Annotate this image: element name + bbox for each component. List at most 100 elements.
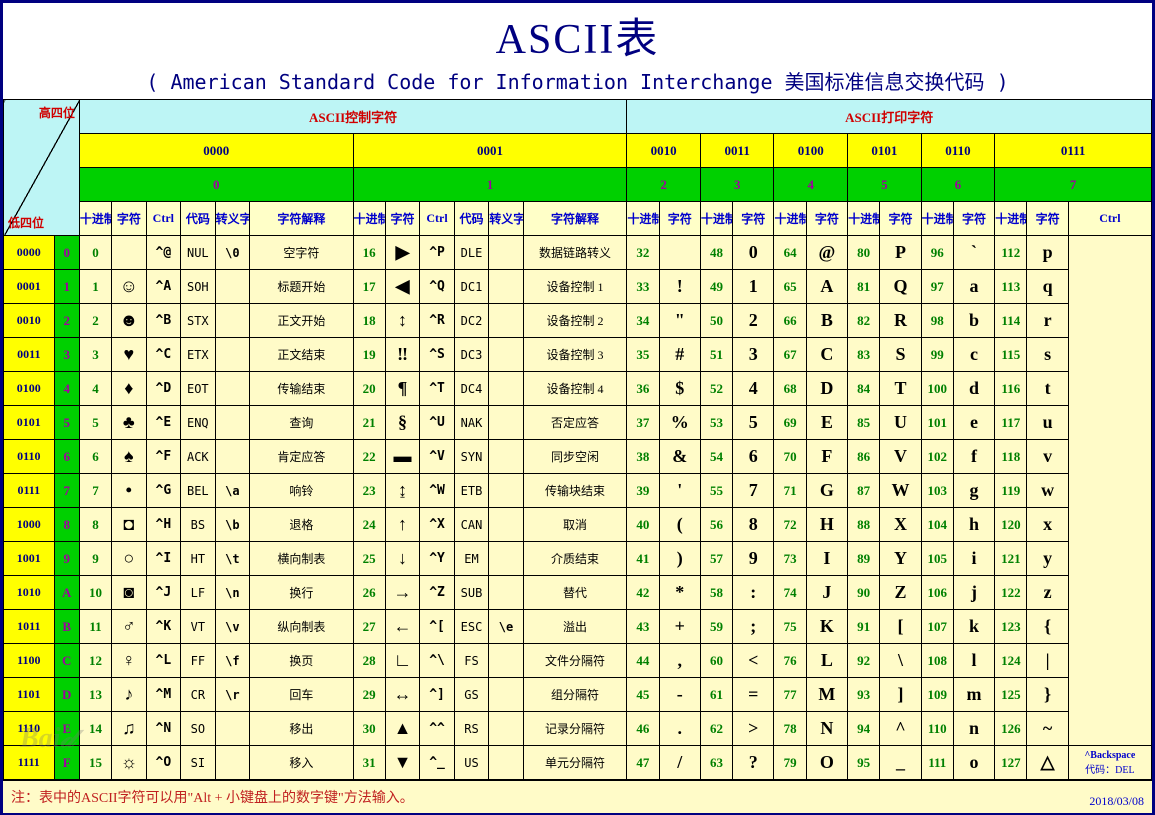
row-bits: 1010	[4, 576, 55, 610]
char-cell: 5	[733, 406, 774, 440]
char-cell: U	[880, 406, 921, 440]
code-cell: SOH	[181, 270, 216, 304]
col-char: 字符	[953, 202, 994, 236]
ctrl-cell: ^_	[420, 746, 455, 780]
esc-cell: \a	[215, 474, 250, 508]
dec-cell: 70	[774, 440, 806, 474]
high-bits-label: 高四位	[39, 104, 75, 121]
ctrl-cell: ^L	[146, 644, 181, 678]
col-dec: 十进制	[848, 202, 880, 236]
dec-cell: 3	[79, 338, 111, 372]
ctrl-empty-col	[1068, 236, 1151, 746]
char-cell: ○	[112, 542, 147, 576]
char-cell: ↔	[385, 678, 420, 712]
esc-cell	[489, 406, 524, 440]
row-val: 1	[54, 270, 79, 304]
esc-cell: \n	[215, 576, 250, 610]
high-bits-5: 0101	[848, 134, 922, 168]
footer-note: 注：表中的ASCII字符可以用"Alt + 小键盘上的数字键"方法输入。 201…	[3, 780, 1152, 813]
char-cell: G	[806, 474, 847, 508]
char-cell: ?	[733, 746, 774, 780]
dec-cell: 33	[627, 270, 659, 304]
dec-cell: 35	[627, 338, 659, 372]
col-ctrl: Ctrl	[146, 202, 181, 236]
char-cell: -	[659, 678, 700, 712]
expl-cell: 单元分隔符	[523, 746, 627, 780]
dec-cell: 115	[995, 338, 1027, 372]
dec-cell: 39	[627, 474, 659, 508]
dec-cell: 31	[353, 746, 385, 780]
expl-cell: 查询	[250, 406, 354, 440]
high-val-5: 5	[848, 168, 922, 202]
dec-cell: 113	[995, 270, 1027, 304]
dec-cell: 19	[353, 338, 385, 372]
dec-cell: 85	[848, 406, 880, 440]
code-cell: GS	[454, 678, 489, 712]
ctrl-del-cell: ^Backspace代码：DEL	[1068, 746, 1151, 780]
row-bits: 1011	[4, 610, 55, 644]
char-cell: ;	[733, 610, 774, 644]
ctrl-cell: ^]	[420, 678, 455, 712]
esc-cell: \0	[215, 236, 250, 270]
dec-cell: 34	[627, 304, 659, 338]
col-dec: 十进制	[995, 202, 1027, 236]
ctrl-cell: ^G	[146, 474, 181, 508]
dec-cell: 74	[774, 576, 806, 610]
code-cell: EM	[454, 542, 489, 576]
ctrl-cell: ^F	[146, 440, 181, 474]
header-row-sections: 高四位 低四位 ASCII控制字符 ASCII打印字符	[4, 100, 1152, 134]
char-cell: @	[806, 236, 847, 270]
dec-cell: 66	[774, 304, 806, 338]
expl-cell: 溢出	[523, 610, 627, 644]
expl-cell: 空字符	[250, 236, 354, 270]
dec-cell: 109	[921, 678, 953, 712]
dec-cell: 90	[848, 576, 880, 610]
char-cell: W	[880, 474, 921, 508]
char-cell: ☺	[112, 270, 147, 304]
char-cell: p	[1027, 236, 1068, 270]
char-cell: _	[880, 746, 921, 780]
row-val: 8	[54, 508, 79, 542]
table-row: 011066♠^FACK肯定应答22▬^VSYN同步空闲38&54670F86V…	[4, 440, 1152, 474]
row-bits: 0001	[4, 270, 55, 304]
esc-cell	[489, 746, 524, 780]
esc-cell: \f	[215, 644, 250, 678]
row-val: 3	[54, 338, 79, 372]
high-val-2: 2	[627, 168, 701, 202]
char-cell: ↕	[385, 304, 420, 338]
dec-cell: 82	[848, 304, 880, 338]
expl-cell: 传输结束	[250, 372, 354, 406]
char-cell: "	[659, 304, 700, 338]
dec-cell: 123	[995, 610, 1027, 644]
high-bits-6: 0110	[921, 134, 995, 168]
char-cell: ↑	[385, 508, 420, 542]
esc-cell	[489, 508, 524, 542]
dec-cell: 50	[700, 304, 732, 338]
ctrl-cell: ^A	[146, 270, 181, 304]
code-cell: ESC	[454, 610, 489, 644]
dec-cell: 23	[353, 474, 385, 508]
col-expl: 字符解释	[250, 202, 354, 236]
esc-cell	[215, 440, 250, 474]
col-expl: 字符解释	[523, 202, 627, 236]
esc-cell	[489, 576, 524, 610]
char-cell: ,	[659, 644, 700, 678]
high-bits-7: 0111	[995, 134, 1152, 168]
char-cell: #	[659, 338, 700, 372]
char-cell: $	[659, 372, 700, 406]
dec-cell: 95	[848, 746, 880, 780]
expl-cell: 换页	[250, 644, 354, 678]
esc-cell: \v	[215, 610, 250, 644]
char-cell: (	[659, 508, 700, 542]
char-cell: S	[880, 338, 921, 372]
char-cell: F	[806, 440, 847, 474]
esc-cell	[215, 712, 250, 746]
dec-cell: 6	[79, 440, 111, 474]
char-cell: l	[953, 644, 994, 678]
row-val: 7	[54, 474, 79, 508]
ctrl-cell: ^M	[146, 678, 181, 712]
esc-cell	[489, 712, 524, 746]
char-cell: n	[953, 712, 994, 746]
char-cell: [	[880, 610, 921, 644]
ctrl-cell: ^[	[420, 610, 455, 644]
